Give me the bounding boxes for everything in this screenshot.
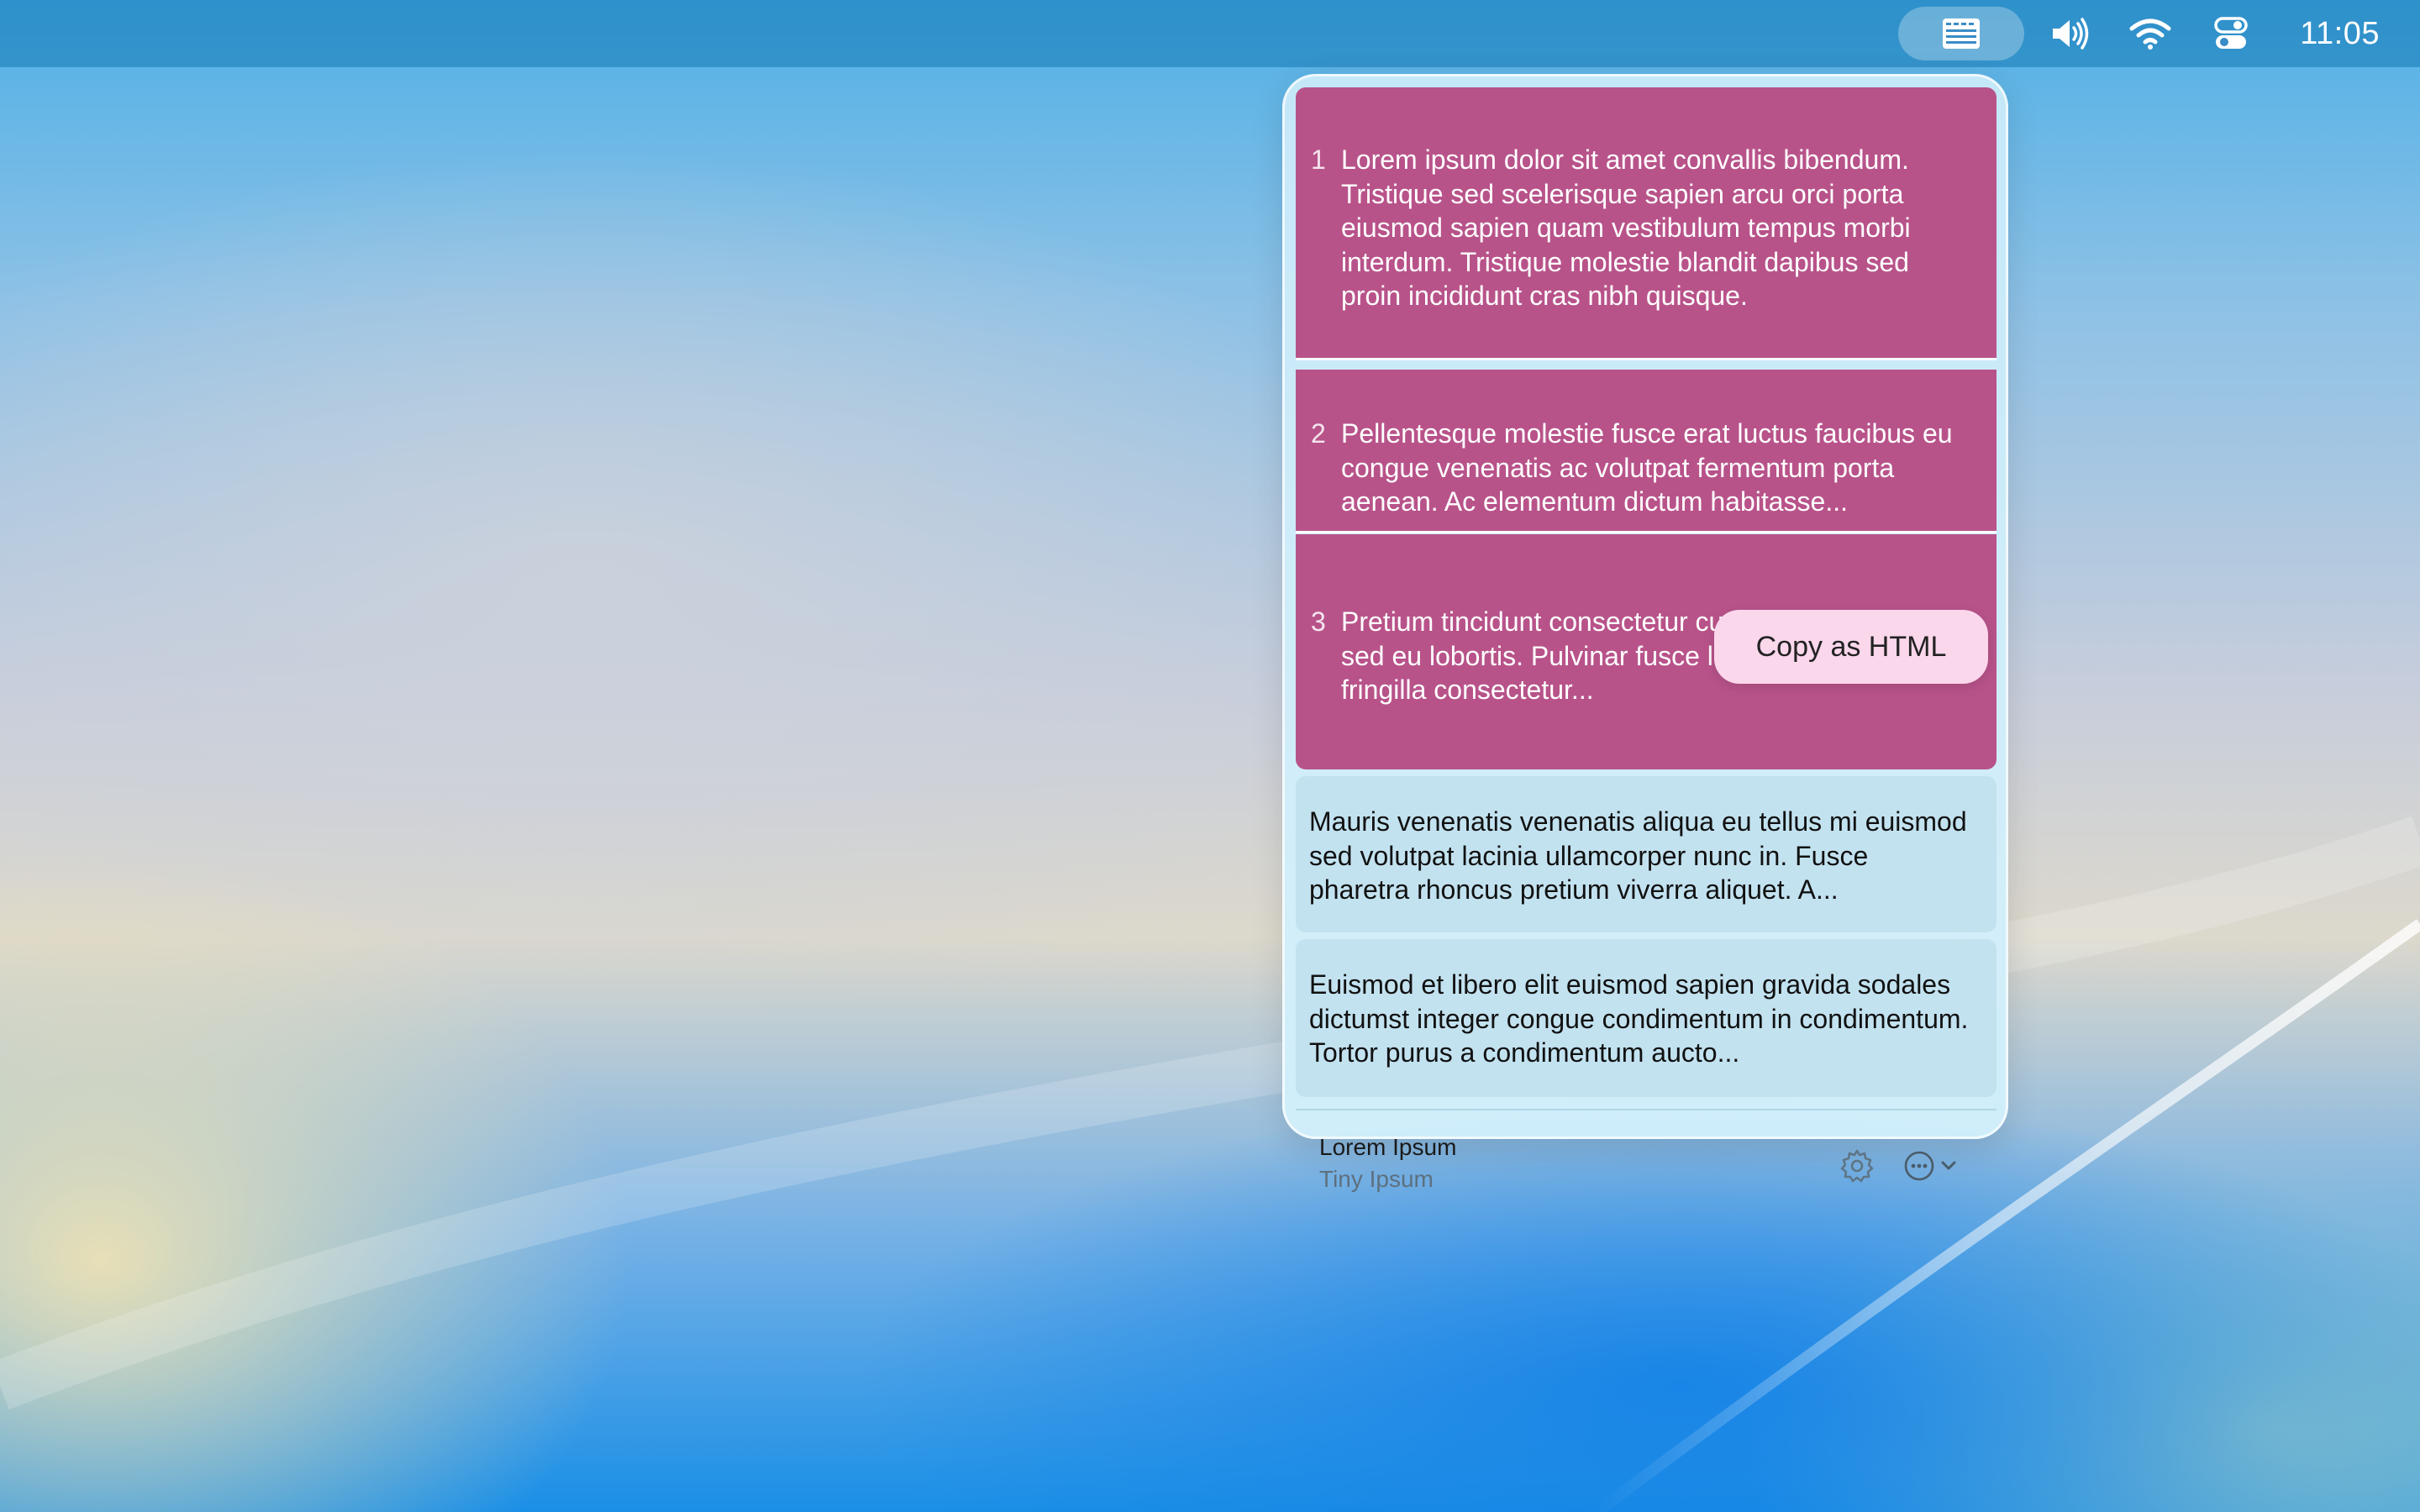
menu-bar-clock[interactable]: 11:05 xyxy=(2300,16,2380,52)
clipboard-item[interactable]: Mauris venenatis venenatis aliqua eu tel… xyxy=(1296,776,1996,932)
control-center-icon xyxy=(2214,17,2248,49)
clipboard-item-text: Pellentesque molestie fusce erat luctus … xyxy=(1341,418,1953,517)
clipboard-history-popover: 1 Lorem ipsum dolor sit amet convallis b… xyxy=(1282,74,2008,1192)
volume-icon xyxy=(2053,18,2089,50)
footer-divider xyxy=(1296,1109,1996,1110)
clipboard-item-text: Euismod et libero elit euismod sapien gr… xyxy=(1309,969,1969,1068)
clipboard-manager-icon xyxy=(1943,18,1981,49)
clipboard-manager-menu-extra[interactable] xyxy=(1898,7,2025,60)
wallpaper xyxy=(0,816,2420,1512)
control-center-menu-extra[interactable] xyxy=(2209,7,2253,60)
divider xyxy=(1296,531,1996,533)
clipboard-item-number: 3 xyxy=(1311,606,1326,637)
wifi-menu-extra[interactable] xyxy=(2128,7,2172,60)
clipboard-item[interactable]: Euismod et libero elit euismod sapien gr… xyxy=(1296,939,1996,1097)
clipboard-item[interactable]: 2 Pellentesque molestie fusce erat luctu… xyxy=(1296,370,1996,531)
clipboard-item-number: 1 xyxy=(1311,144,1326,175)
clipboard-item-text: Mauris venenatis venenatis aliqua eu tel… xyxy=(1309,806,1967,905)
menu-bar: 11:05 xyxy=(0,0,2420,67)
copy-as-html-button[interactable]: Copy as HTML xyxy=(1714,610,1988,684)
footer-title: Lorem Ipsum xyxy=(1319,1134,1457,1160)
clipboard-item-text: Lorem ipsum dolor sit amet convallis bib… xyxy=(1341,144,1911,311)
clipboard-item[interactable]: 1 Lorem ipsum dolor sit amet convallis b… xyxy=(1296,87,1996,358)
footer-subtitle: Tiny Ipsum xyxy=(1319,1166,1434,1192)
divider xyxy=(1296,358,1996,360)
clipboard-item-number: 2 xyxy=(1311,418,1326,449)
wifi-icon xyxy=(2129,18,2171,50)
settings-gear-icon[interactable] xyxy=(1839,1147,1876,1184)
volume-menu-extra[interactable] xyxy=(2048,7,2091,60)
more-options-icon[interactable] xyxy=(1902,1147,1970,1184)
